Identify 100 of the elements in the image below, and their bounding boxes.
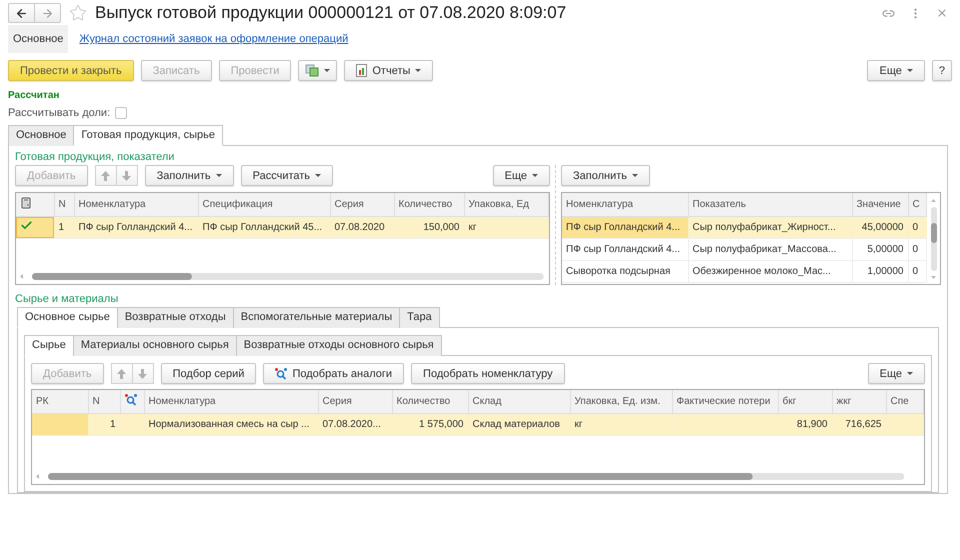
column-header[interactable]: бкг: [778, 390, 832, 413]
table-cell: Склад материалов: [468, 413, 570, 435]
menu-button[interactable]: Еще: [867, 60, 925, 81]
column-header[interactable]: Показатель: [688, 193, 852, 216]
report-icon: [356, 64, 368, 77]
table-cell: кг: [464, 216, 548, 238]
caret-icon: [415, 69, 422, 72]
tab[interactable]: Основное: [8, 125, 74, 146]
table-cell: ПФ сыр Голландский 45...: [198, 216, 330, 238]
tab[interactable]: Материалы основного сырья: [72, 335, 237, 356]
column-header[interactable]: Серия: [318, 390, 392, 413]
up-arrow-icon: [117, 368, 126, 378]
column-header[interactable]: Номенклатура: [562, 193, 688, 216]
documents-icon: [305, 64, 320, 77]
column-header[interactable]: [16, 193, 54, 216]
menu-button[interactable]: Еще: [492, 165, 550, 186]
caret-icon: [216, 174, 222, 177]
back-arrow-icon: [15, 6, 28, 20]
checkbox-label: Рассчитывать доли:: [8, 107, 110, 119]
related-documents-button[interactable]: [298, 60, 338, 81]
tab[interactable]: Готовая продукция, сырье: [73, 125, 223, 146]
tab[interactable]: Вспомогательные материалы: [232, 307, 400, 328]
table-cell: Сыр полуфабрикат_Массова...: [688, 238, 852, 260]
table-cell: 1: [88, 413, 120, 435]
down-arrow-icon: [122, 170, 132, 180]
table-cell: кг: [570, 413, 672, 435]
column-header[interactable]: N: [54, 193, 74, 216]
forward-arrow-icon: [41, 6, 54, 20]
table-cell: 1: [54, 216, 74, 238]
close-icon[interactable]: [936, 7, 948, 19]
column-header[interactable]: С: [908, 193, 926, 216]
group-title: Сырье и материалы: [15, 293, 120, 305]
column-header[interactable]: Номенклатура: [144, 390, 318, 413]
table-cell: 81,900: [778, 413, 832, 435]
tab[interactable]: Возвратные отходы: [116, 307, 234, 328]
column-header[interactable]: Упаковка, Ед: [464, 193, 548, 216]
table-cell: ПФ сыр Голландский 4...: [562, 216, 688, 238]
table-cell: 716,625: [832, 413, 886, 435]
star-icon[interactable]: [69, 4, 87, 22]
form-section-link[interactable]: Журнал состояний заявок на оформление операций: [74, 25, 354, 53]
column-header[interactable]: Серия: [330, 193, 394, 216]
toolbar-button[interactable]: Подбор серий: [160, 363, 256, 384]
table-cell: 150,000: [394, 216, 464, 238]
column-header[interactable]: Значение: [852, 193, 908, 216]
table-cell: Нормализованная смесь на сыр ...: [144, 413, 318, 435]
analogs-icon: [275, 368, 288, 380]
column-header[interactable]: Упаковка, Ед. изм.: [570, 390, 672, 413]
reports-button[interactable]: Отчеты: [344, 60, 434, 81]
window-title: Выпуск готовой продукции 000000121 от 07.08.2020 8:09:07: [95, 3, 568, 23]
column-header[interactable]: N: [88, 390, 120, 413]
column-header[interactable]: РК: [32, 390, 88, 413]
menu-button[interactable]: Заполнить: [561, 165, 650, 186]
caret-icon: [324, 69, 330, 72]
form-section-tab[interactable]: Основное: [8, 25, 68, 53]
caret-icon: [906, 69, 913, 72]
table-cell: Сыворотка подсырная: [562, 260, 688, 282]
status-label: Рассчитан: [7, 89, 60, 101]
table-cell: Сыр полуфабрикат_Жирност...: [688, 216, 852, 238]
tab[interactable]: Сырье: [24, 335, 74, 356]
column-header[interactable]: Количество: [392, 390, 468, 413]
column-header[interactable]: Спе: [886, 390, 924, 413]
checkbox[interactable]: [115, 107, 128, 119]
back-button[interactable]: [8, 3, 35, 23]
toolbar-button[interactable]: Подобрать номенклатуру: [411, 363, 565, 384]
table-cell: 0: [908, 216, 926, 238]
column-header[interactable]: Спецификация: [198, 193, 330, 216]
table-cell: 1,00000: [852, 260, 908, 282]
tab[interactable]: Основное сырье: [17, 307, 118, 328]
table-cell: 0: [908, 260, 926, 282]
caret-icon: [532, 174, 538, 177]
tab[interactable]: Возвратные отходы основного сырья: [236, 335, 442, 356]
table-cell: 5,00000: [852, 238, 908, 260]
analogs-icon: [124, 394, 136, 406]
menu-button[interactable]: Заполнить: [144, 165, 234, 186]
table-cell: [120, 413, 144, 435]
menu-button[interactable]: Еще: [868, 363, 925, 384]
menu-button[interactable]: Рассчитать: [240, 165, 334, 186]
caret-icon: [907, 372, 913, 375]
column-header[interactable]: Количество: [394, 193, 464, 216]
toolbar-button[interactable]: Подобрать аналоги: [263, 363, 404, 384]
column-header[interactable]: жкг: [832, 390, 886, 413]
table-cell: ПФ сыр Голландский 4...: [74, 216, 198, 238]
column-header[interactable]: Склад: [468, 390, 570, 413]
column-header[interactable]: Номенклатура: [74, 193, 198, 216]
table-cell: 07.08.2020: [330, 216, 394, 238]
caret-icon: [632, 174, 638, 177]
table-cell: [886, 413, 924, 435]
table-cell: 07.08.2020...: [318, 413, 392, 435]
group-title: Готовая продукция, показатели: [15, 151, 176, 163]
caret-icon: [315, 174, 322, 177]
post-and-close-button[interactable]: Провести и закрыть: [8, 60, 134, 81]
calculator-icon: [20, 196, 32, 209]
up-arrow-icon: [101, 170, 110, 180]
column-header[interactable]: Фактические потери: [672, 390, 778, 413]
column-header[interactable]: [120, 390, 144, 413]
toolbar-button[interactable]: ?: [932, 60, 952, 81]
table-cell: Обезжиренное молоко_Мас...: [688, 260, 852, 282]
tab[interactable]: Тара: [399, 307, 440, 328]
table-cell: [32, 413, 88, 435]
table-cell: 0: [908, 238, 926, 260]
